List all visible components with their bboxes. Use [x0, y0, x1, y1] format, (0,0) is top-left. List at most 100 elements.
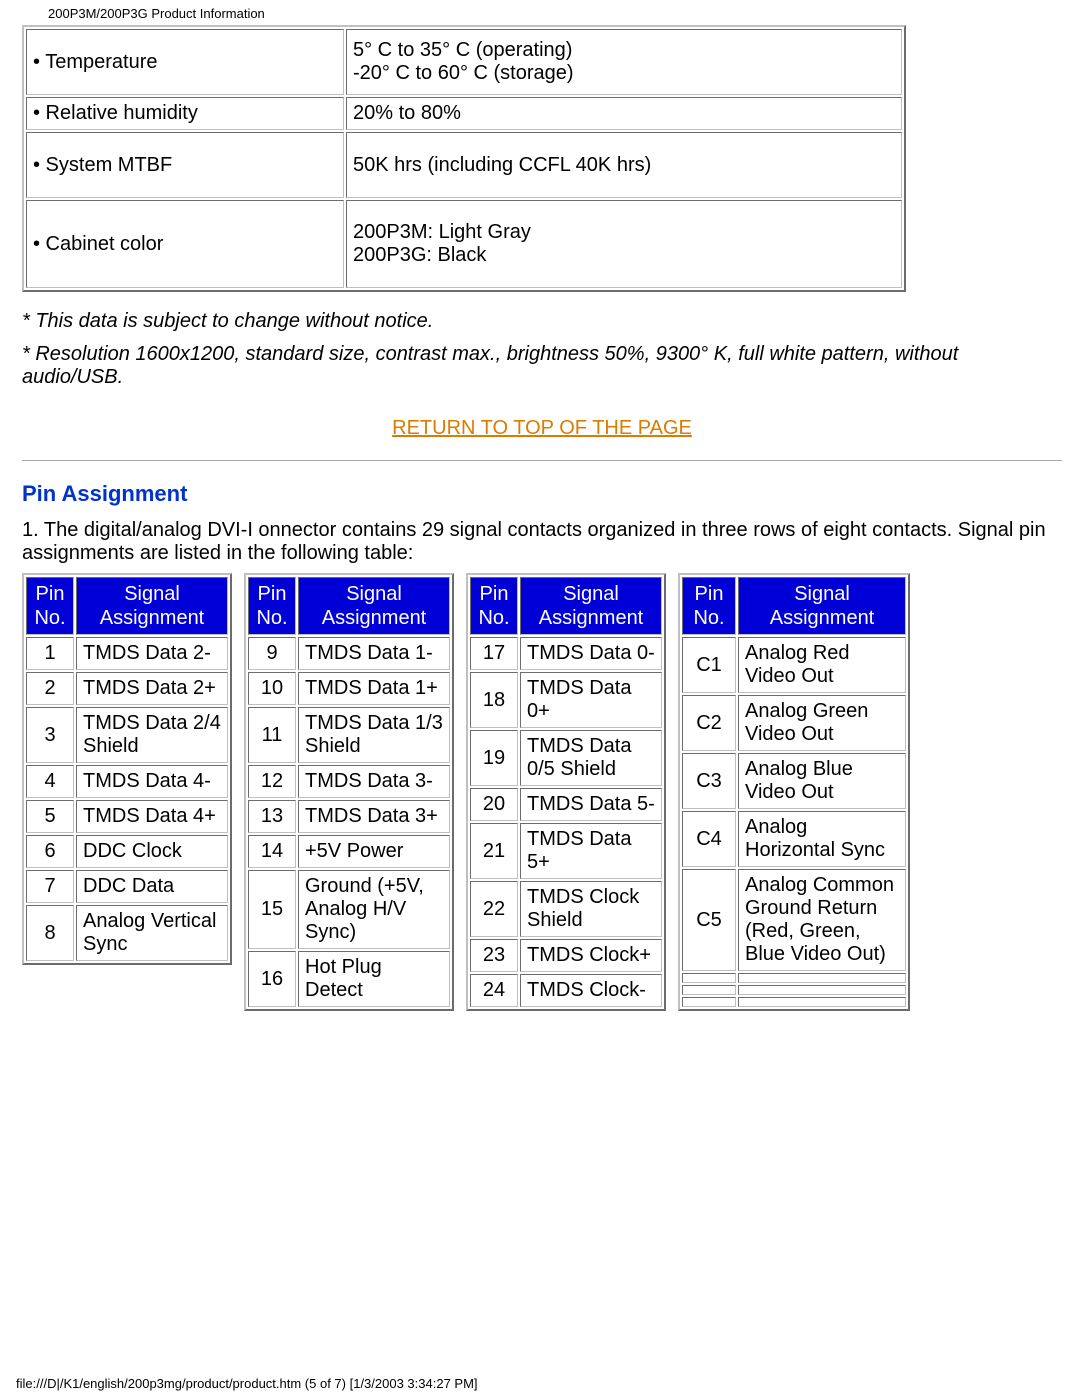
table-row: • Relative humidity20% to 80%: [26, 97, 902, 130]
pin-number: 19: [470, 730, 518, 786]
pin-signal: TMDS Data 5+: [520, 823, 662, 879]
pin-header-signal: SignalAssignment: [738, 577, 906, 635]
pin-number: 2: [26, 672, 74, 705]
return-to-top: RETURN TO TOP OF THE PAGE: [22, 417, 1062, 440]
spec-label: • Temperature: [26, 29, 344, 95]
pin-number: 20: [470, 788, 518, 821]
pin-signal: TMDS Data 4+: [76, 800, 228, 833]
pin-signal: DDC Clock: [76, 835, 228, 868]
spec-value: 50K hrs (including CCFL 40K hrs): [346, 132, 902, 198]
table-row: 8Analog Vertical Sync: [26, 905, 228, 961]
table-row: C1Analog Red Video Out: [682, 637, 906, 693]
table-row: 21TMDS Data 5+: [470, 823, 662, 879]
divider: [22, 460, 1062, 461]
pin-signal: TMDS Data 1+: [298, 672, 450, 705]
table-row: C4Analog Horizontal Sync: [682, 811, 906, 867]
spec-label: • System MTBF: [26, 132, 344, 198]
pin-number: 12: [248, 765, 296, 798]
notes-block: * This data is subject to change without…: [22, 310, 1062, 389]
pin-signal: Analog Green Video Out: [738, 695, 906, 751]
section-title: Pin Assignment: [22, 481, 1062, 507]
page-footer: file:///D|/K1/english/200p3mg/product/pr…: [0, 1370, 1080, 1397]
pin-table-1: PinNo.SignalAssignment1TMDS Data 2-2TMDS…: [22, 573, 232, 965]
pin-signal: TMDS Data 3-: [298, 765, 450, 798]
section-intro: 1. The digital/analog DVI-I onnector con…: [22, 519, 1062, 565]
pin-header-no: PinNo.: [470, 577, 518, 635]
table-row: 20TMDS Data 5-: [470, 788, 662, 821]
pin-number: C1: [682, 637, 736, 693]
table-row: 17TMDS Data 0-: [470, 637, 662, 670]
pin-number: 22: [470, 881, 518, 937]
spec-label: • Relative humidity: [26, 97, 344, 130]
pin-number: 9: [248, 637, 296, 670]
pin-signal: Hot Plug Detect: [298, 951, 450, 1007]
spec-value: 20% to 80%: [346, 97, 902, 130]
table-row: 4TMDS Data 4-: [26, 765, 228, 798]
pin-number: 24: [470, 974, 518, 1007]
pin-signal: +5V Power: [298, 835, 450, 868]
table-row: 13TMDS Data 3+: [248, 800, 450, 833]
table-row: C2Analog Green Video Out: [682, 695, 906, 751]
pin-number: [682, 997, 736, 1007]
table-row: 23TMDS Clock+: [470, 939, 662, 972]
table-row: • Cabinet color200P3M: Light Gray 200P3G…: [26, 200, 902, 288]
table-row: 12TMDS Data 3-: [248, 765, 450, 798]
pin-number: 1: [26, 637, 74, 670]
table-row: 19TMDS Data 0/5 Shield: [470, 730, 662, 786]
pin-header-no: PinNo.: [26, 577, 74, 635]
pin-signal: Analog Blue Video Out: [738, 753, 906, 809]
pin-number: C2: [682, 695, 736, 751]
spec-label: • Cabinet color: [26, 200, 344, 288]
table-row: [682, 985, 906, 995]
table-row: 2TMDS Data 2+: [26, 672, 228, 705]
table-row: 22TMDS Clock Shield: [470, 881, 662, 937]
pin-number: [682, 973, 736, 983]
pin-number: 21: [470, 823, 518, 879]
pin-signal: TMDS Clock+: [520, 939, 662, 972]
pin-signal: TMDS Data 2+: [76, 672, 228, 705]
table-row: 16Hot Plug Detect: [248, 951, 450, 1007]
pin-signal: Analog Horizontal Sync: [738, 811, 906, 867]
table-row: 14+5V Power: [248, 835, 450, 868]
pin-number: 14: [248, 835, 296, 868]
pin-signal: TMDS Data 3+: [298, 800, 450, 833]
pin-number: 4: [26, 765, 74, 798]
pin-table-2: PinNo.SignalAssignment9TMDS Data 1-10TMD…: [244, 573, 454, 1011]
pin-signal: TMDS Data 5-: [520, 788, 662, 821]
pin-signal: TMDS Data 4-: [76, 765, 228, 798]
table-row: 7DDC Data: [26, 870, 228, 903]
pin-number: C4: [682, 811, 736, 867]
pin-signal: Analog Common Ground Return (Red, Green,…: [738, 869, 906, 971]
pin-number: 6: [26, 835, 74, 868]
pin-header-signal: SignalAssignment: [298, 577, 450, 635]
table-row: 11TMDS Data 1/3 Shield: [248, 707, 450, 763]
pin-signal: Analog Vertical Sync: [76, 905, 228, 961]
pin-table-3: PinNo.SignalAssignment17TMDS Data 0-18TM…: [466, 573, 666, 1011]
pin-number: 16: [248, 951, 296, 1007]
pin-number: 13: [248, 800, 296, 833]
table-row: 3TMDS Data 2/4 Shield: [26, 707, 228, 763]
pin-header-no: PinNo.: [248, 577, 296, 635]
pin-header-signal: SignalAssignment: [520, 577, 662, 635]
pin-number: 11: [248, 707, 296, 763]
pin-signal: [738, 985, 906, 995]
table-row: 15Ground (+5V, Analog H/V Sync): [248, 870, 450, 949]
pin-table-4: PinNo.SignalAssignmentC1Analog Red Video…: [678, 573, 910, 1011]
pin-signal: TMDS Clock Shield: [520, 881, 662, 937]
table-row: 5TMDS Data 4+: [26, 800, 228, 833]
table-row: C3Analog Blue Video Out: [682, 753, 906, 809]
pin-signal: TMDS Data 2/4 Shield: [76, 707, 228, 763]
spec-value: 200P3M: Light Gray 200P3G: Black: [346, 200, 902, 288]
pin-header-signal: SignalAssignment: [76, 577, 228, 635]
table-row: [682, 973, 906, 983]
pin-number: 10: [248, 672, 296, 705]
pin-signal: [738, 997, 906, 1007]
pin-number: 3: [26, 707, 74, 763]
table-row: 6DDC Clock: [26, 835, 228, 868]
note-1: * This data is subject to change without…: [22, 310, 1062, 333]
return-to-top-link[interactable]: RETURN TO TOP OF THE PAGE: [392, 417, 692, 439]
table-row: 1TMDS Data 2-: [26, 637, 228, 670]
spec-value: 5° C to 35° C (operating) -20° C to 60° …: [346, 29, 902, 95]
table-row: C5Analog Common Ground Return (Red, Gree…: [682, 869, 906, 971]
pin-number: C5: [682, 869, 736, 971]
